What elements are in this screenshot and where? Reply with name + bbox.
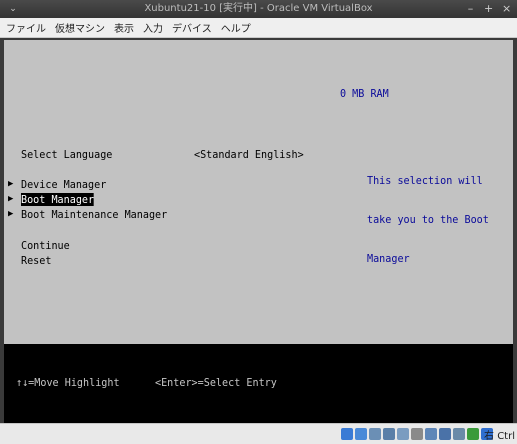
maximize-button[interactable]: + <box>484 0 493 18</box>
cpu-icon[interactable] <box>453 428 465 440</box>
guest-additions-icon[interactable] <box>467 428 479 440</box>
move-highlight-hint: ↑↓=Move Highlight <box>16 376 120 389</box>
menu-item-label: Device Manager <box>21 178 107 191</box>
help-line: take you to the Boot <box>367 213 489 226</box>
menu-item-boot-manager[interactable]: ▶ Boot Manager <box>8 193 100 206</box>
host-key-label: 右 Ctrl <box>484 431 515 442</box>
window-controls: – + × <box>466 0 511 18</box>
menu-devices[interactable]: デバイス <box>172 20 212 35</box>
select-language-label: Select Language <box>21 148 113 161</box>
menu-bar: ファイル 仮想マシン 表示 入力 デバイス ヘルプ <box>0 18 517 38</box>
minimize-button[interactable]: – <box>466 0 475 18</box>
bios-footer: ↑↓=Move Highlight <Enter>=Select Entry <box>4 344 513 423</box>
menu-input[interactable]: 入力 <box>143 20 163 35</box>
menu-file[interactable]: ファイル <box>6 20 46 35</box>
help-text: This selection will take you to the Boot… <box>367 148 489 291</box>
ram-info: 0 MB RAM <box>340 87 389 100</box>
continue-option[interactable]: Continue <box>21 239 70 252</box>
optical-drive-icon[interactable] <box>355 428 367 440</box>
reset-option[interactable]: Reset <box>21 254 51 267</box>
audio-icon[interactable] <box>369 428 381 440</box>
submenu-arrow-icon: ▶ <box>8 179 14 189</box>
hard-disk-icon[interactable] <box>341 428 353 440</box>
menu-item-label: Boot Manager <box>21 193 95 206</box>
menu-item-device-manager[interactable]: ▶ Device Manager <box>8 178 114 191</box>
menu-item-label: Boot Maintenance Manager <box>21 208 168 221</box>
window-title-bar: ⌄ Xubuntu21-10 [実行中] - Oracle VM Virtual… <box>0 0 517 18</box>
shared-folders-icon[interactable] <box>411 428 423 440</box>
display-icon[interactable] <box>425 428 437 440</box>
submenu-arrow-icon: ▶ <box>8 194 14 204</box>
close-button[interactable]: × <box>502 0 511 18</box>
status-bar: 右 Ctrl <box>0 423 517 444</box>
help-line: This selection will <box>367 174 483 187</box>
window-title: Xubuntu21-10 [実行中] - Oracle VM VirtualBo… <box>144 3 373 14</box>
usb-icon[interactable] <box>397 428 409 440</box>
video-capture-icon[interactable] <box>439 428 451 440</box>
vm-display[interactable]: 0 MB RAM Select Language <Standard Engli… <box>4 40 513 423</box>
select-entry-hint: <Enter>=Select Entry <box>155 376 277 389</box>
help-line: Manager <box>367 252 410 265</box>
menu-view[interactable]: 表示 <box>114 20 134 35</box>
network-icon[interactable] <box>383 428 395 440</box>
menu-machine[interactable]: 仮想マシン <box>55 20 105 35</box>
menu-help[interactable]: ヘルプ <box>221 20 251 35</box>
language-value[interactable]: <Standard English> <box>194 148 304 161</box>
menu-item-boot-maintenance-manager[interactable]: ▶ Boot Maintenance Manager <box>8 208 180 221</box>
status-icons <box>341 428 493 440</box>
submenu-arrow-icon: ▶ <box>8 209 14 219</box>
